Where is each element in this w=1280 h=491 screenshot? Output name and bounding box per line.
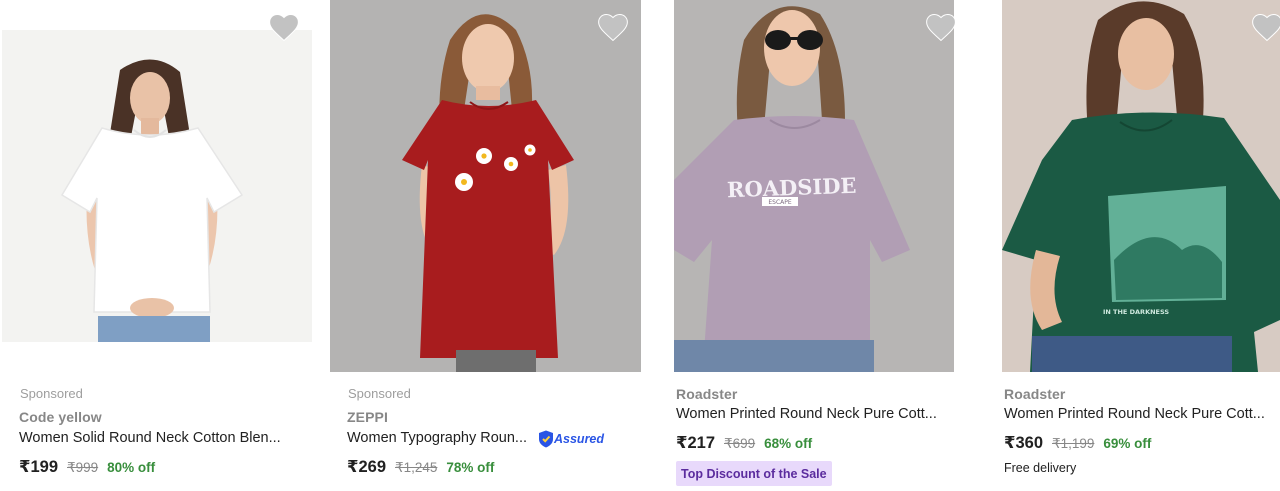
deal-badge: Top Discount of the Sale: [676, 461, 832, 486]
discount-percent: 68% off: [764, 436, 813, 451]
sponsored-label: Sponsored: [20, 386, 83, 401]
product-card[interactable]: ROADSIDE ESCAPE Roadster Women Printed R…: [674, 0, 964, 491]
price-row: ₹199 ₹999 80% off: [19, 457, 155, 477]
sponsored-label: Sponsored: [348, 386, 411, 401]
selling-price: ₹269: [347, 458, 387, 476]
product-card[interactable]: IN THE DARKNESS Roadster Women Printed R…: [1002, 0, 1280, 491]
heart-icon: [926, 14, 956, 42]
original-price: ₹1,199: [1052, 436, 1095, 451]
selling-price: ₹217: [676, 434, 716, 452]
product-image[interactable]: [2, 30, 312, 342]
shirt-print-text: IN THE DARKNESS: [1103, 308, 1169, 316]
wishlist-button[interactable]: [1252, 14, 1280, 42]
assured-label: Assured: [554, 432, 605, 446]
wishlist-button[interactable]: [926, 14, 956, 42]
price-row: ₹217 ₹699 68% off: [676, 433, 812, 453]
wishlist-button[interactable]: [598, 14, 628, 42]
brand-name: Code yellow: [19, 409, 102, 425]
assured-badge: Assured: [538, 430, 604, 448]
product-image[interactable]: ROADSIDE ESCAPE: [674, 0, 954, 372]
heart-icon: [269, 14, 299, 42]
original-price: ₹1,245: [395, 460, 438, 475]
product-card[interactable]: Sponsored ZEPPI Women Typography Roun...…: [330, 0, 641, 491]
product-card[interactable]: Sponsored Code yellow Women Solid Round …: [2, 0, 312, 491]
delivery-info: Free delivery: [1004, 461, 1077, 475]
brand-name: Roadster: [1004, 386, 1066, 402]
wishlist-button[interactable]: [269, 14, 299, 42]
selling-price: ₹199: [19, 458, 59, 476]
heart-icon: [1252, 14, 1280, 42]
product-title[interactable]: Women Solid Round Neck Cotton Blen...: [19, 430, 281, 446]
brand-name: ZEPPI: [347, 409, 388, 425]
price-row: ₹360 ₹1,199 69% off: [1004, 433, 1151, 453]
price-row: ₹269 ₹1,245 78% off: [347, 457, 494, 477]
discount-percent: 69% off: [1103, 436, 1152, 451]
product-title[interactable]: Women Printed Round Neck Pure Cott...: [676, 406, 937, 422]
product-title[interactable]: Women Typography Roun...: [347, 430, 527, 446]
shield-icon: [539, 430, 553, 448]
product-image[interactable]: IN THE DARKNESS: [1002, 0, 1280, 372]
heart-icon: [598, 14, 628, 42]
original-price: ₹999: [67, 460, 99, 475]
product-title[interactable]: Women Printed Round Neck Pure Cott...: [1004, 406, 1265, 422]
discount-percent: 78% off: [446, 460, 495, 475]
product-image[interactable]: [330, 0, 641, 372]
discount-percent: 80% off: [107, 460, 156, 475]
original-price: ₹699: [724, 436, 756, 451]
shirt-print-subtext: ESCAPE: [768, 199, 792, 206]
brand-name: Roadster: [676, 386, 738, 402]
selling-price: ₹360: [1004, 434, 1044, 452]
